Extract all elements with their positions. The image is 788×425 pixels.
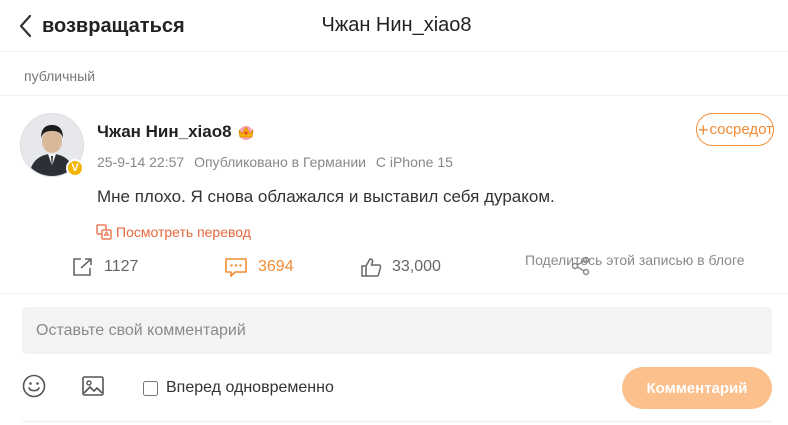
author-name-text: Чжан Нин_xiao8 (97, 122, 232, 141)
like-icon (361, 258, 382, 277)
forward-checkbox[interactable] (143, 380, 158, 396)
repost-count: 1127 (104, 258, 139, 275)
post-device: С iPhone 15 (375, 154, 453, 170)
comment-count: 3694 (258, 258, 294, 275)
plus-icon: + (698, 119, 709, 140)
comment-button[interactable]: 3694 (224, 257, 294, 277)
top-bar: возвращаться Чжан Нин_xiao8 (0, 0, 788, 52)
verified-icon: V (66, 159, 84, 177)
submit-comment-button[interactable]: Комментарий (622, 367, 772, 409)
post-text: Мне плохо. Я снова облажался и выставил … (97, 187, 555, 206)
divider (0, 95, 788, 96)
comment-input[interactable] (22, 307, 772, 354)
emoji-icon[interactable] (22, 374, 46, 398)
follow-label: сосредоточиться (709, 121, 773, 138)
like-count: 33,000 (392, 258, 441, 275)
repost-icon (73, 258, 92, 276)
share-button[interactable]: Поделитесь этой записью в блоге (525, 250, 745, 271)
author-name[interactable]: Чжан Нин_xiao8 (97, 122, 256, 142)
forward-label: Вперед одновременно (166, 379, 334, 396)
post-meta: 25-9-14 22:57 Опубликовано в Германии С … (97, 154, 459, 170)
repost-button[interactable]: 1127 (72, 257, 138, 277)
image-icon[interactable] (81, 374, 105, 398)
crown-icon (238, 126, 253, 140)
forward-option[interactable]: Вперед одновременно (143, 379, 334, 397)
post-timestamp: 25-9-14 22:57 (97, 154, 185, 170)
comment-icon (225, 258, 247, 277)
follow-button[interactable]: + сосредоточиться (696, 113, 774, 146)
page-title: Чжан Нин_xiao8 (321, 14, 472, 36)
translate-link[interactable]: Посмотреть перевод (96, 224, 251, 240)
share-icon[interactable] (571, 256, 591, 276)
like-button[interactable]: 33,000 (360, 257, 441, 277)
translate-label: Посмотреть перевод (116, 224, 251, 240)
divider (0, 293, 788, 294)
visibility-label: публичный (24, 68, 96, 84)
divider (22, 421, 772, 422)
post-location: Опубликовано в Германии (194, 154, 366, 170)
translate-icon (96, 224, 112, 240)
